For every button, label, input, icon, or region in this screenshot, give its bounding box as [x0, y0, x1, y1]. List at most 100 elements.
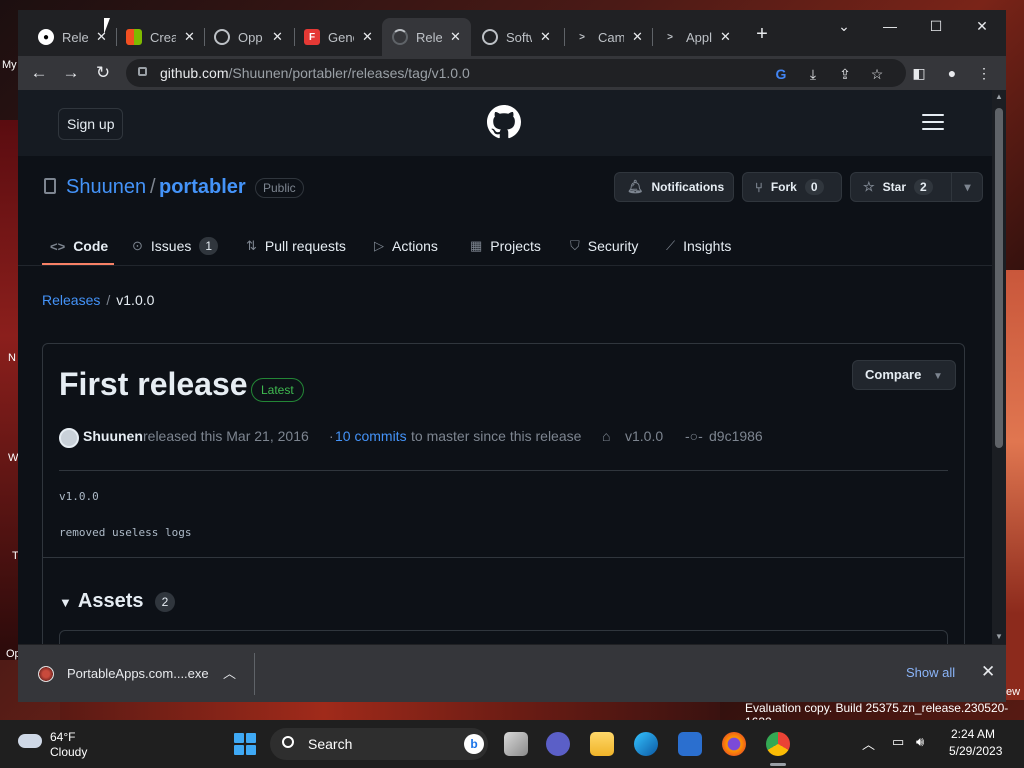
close-icon[interactable]: ✕ — [362, 29, 373, 45]
close-icon[interactable]: ✕ — [632, 29, 643, 45]
selected-tab-underline — [42, 263, 114, 265]
star-button[interactable]: ☆ Star 2 ▾ — [850, 172, 983, 202]
back-button[interactable]: ← — [28, 62, 50, 84]
close-icon[interactable]: ✕ — [540, 29, 551, 45]
clock-date[interactable]: 5/29/2023 — [949, 744, 1002, 758]
tab-software[interactable]: Softw ✕ — [482, 26, 551, 48]
repo-owner-link[interactable]: Shuunen — [66, 176, 146, 199]
tab-general[interactable]: F Gene ✕ — [304, 26, 373, 48]
install-icon[interactable]: ⤓ — [804, 65, 822, 83]
maximize-button[interactable]: ☐ — [922, 18, 950, 35]
scroll-down-icon[interactable]: ▼ — [995, 632, 1003, 641]
issue-icon: ⊙ — [132, 238, 143, 253]
repo-name-link[interactable]: portabler — [159, 176, 246, 199]
close-icon[interactable]: ✕ — [272, 29, 283, 45]
show-all-button[interactable]: Show all — [906, 665, 955, 680]
tab-issues[interactable]: ⊙ Issues 1 — [132, 226, 219, 266]
tab-opp[interactable]: Opp ✕ — [214, 26, 283, 48]
start-button[interactable] — [234, 733, 256, 755]
address-bar[interactable]: github.com/Shuunen/portabler/releases/ta… — [126, 59, 906, 87]
tab-insights[interactable]: ⟋ Insights — [666, 226, 731, 266]
file-explorer-icon[interactable] — [590, 732, 614, 756]
google-icon[interactable]: G — [772, 65, 790, 83]
teams-icon[interactable] — [546, 732, 570, 756]
taskbar-search[interactable]: Search b — [270, 728, 488, 760]
clock-time[interactable]: 2:24 AM — [951, 727, 995, 741]
tab-separator — [652, 28, 653, 46]
assets-toggle[interactable]: ▼ Assets — [59, 590, 143, 613]
close-icon[interactable]: ✕ — [720, 29, 731, 45]
side-panel-icon[interactable]: ◧ — [910, 64, 928, 82]
tab-releases[interactable]: ● Rele ✕ — [38, 26, 107, 48]
lock-icon[interactable] — [138, 67, 147, 76]
bing-icon[interactable]: b — [464, 734, 484, 754]
tab-projects[interactable]: ▦ Projects — [470, 226, 541, 266]
close-icon[interactable]: ✕ — [981, 662, 995, 682]
tab-strip: ● Rele ✕ Crea ✕ Opp ✕ F Gene ✕ Rele ✕ — [18, 10, 1006, 56]
notifications-button[interactable]: 🔔︎ Notifications — [614, 172, 734, 202]
chevron-up-icon[interactable]: ︿ — [862, 734, 875, 753]
minimize-button[interactable]: — — [876, 18, 904, 34]
store-icon[interactable] — [678, 732, 702, 756]
tab-label: Crea — [150, 29, 176, 45]
profile-icon[interactable]: ● — [943, 64, 961, 82]
forward-button[interactable]: → — [60, 62, 82, 84]
download-item[interactable]: PortableApps.com....exe — [67, 666, 209, 681]
chevron-up-icon[interactable]: ︿ — [223, 663, 236, 682]
tab-separator — [116, 28, 117, 46]
bookmark-star-icon[interactable]: ☆ — [868, 65, 886, 83]
network-icon[interactable]: ▭ — [892, 734, 904, 750]
release-author-link[interactable]: Shuunen — [83, 428, 143, 444]
volume-icon[interactable]: 🔊︎ — [916, 734, 924, 750]
star-dropdown-icon[interactable]: ▾ — [951, 173, 983, 201]
menu-kebab-icon[interactable]: ⋮ — [975, 64, 993, 82]
close-window-button[interactable]: ✕ — [968, 18, 996, 35]
tab-search-button[interactable]: ⌄ — [830, 18, 858, 35]
github-header: Sign up — [18, 90, 992, 156]
tab-security[interactable]: ⛉ Security — [570, 226, 638, 266]
globe-icon — [214, 29, 230, 45]
tab-releases-active[interactable]: Rele ✕ — [382, 18, 471, 56]
sign-up-button[interactable]: Sign up — [58, 108, 124, 140]
tab-label: Softw — [506, 29, 532, 45]
commits-link[interactable]: 10 commits — [335, 428, 407, 444]
close-icon[interactable]: ✕ — [450, 29, 461, 45]
url-text[interactable]: github.com/Shuunen/portabler/releases/ta… — [160, 65, 470, 81]
weather-condition: Cloudy — [50, 745, 88, 759]
desktop-icon-label[interactable]: My — [2, 59, 17, 71]
reload-button[interactable]: ↻ — [92, 62, 114, 84]
tab-apps[interactable]: > Appl ✕ — [662, 26, 731, 48]
share-icon[interactable]: ⇪ — [836, 65, 854, 83]
cloud-icon — [18, 734, 42, 748]
chrome-icon[interactable] — [766, 732, 790, 756]
asset-row[interactable] — [59, 630, 948, 644]
fork-button[interactable]: ⑂ Fork 0 — [742, 172, 842, 202]
tab-actions[interactable]: ▷ Actions — [374, 226, 438, 266]
tab-label: Gene — [328, 29, 354, 45]
desktop-icon-label[interactable]: N — [8, 352, 16, 364]
star-count: 2 — [914, 179, 933, 195]
scroll-up-icon[interactable]: ▲ — [995, 92, 1003, 101]
edge-icon[interactable] — [634, 732, 658, 756]
compare-button[interactable]: Compare ▼ — [852, 360, 956, 390]
new-tab-button[interactable]: + — [748, 23, 776, 46]
task-view-icon[interactable] — [504, 732, 528, 756]
tab-code[interactable]: <> Code — [50, 226, 108, 266]
tab-cam[interactable]: > Cam ✕ — [574, 26, 643, 48]
close-icon[interactable]: ✕ — [184, 29, 195, 45]
commit-link[interactable]: d9c1986 — [709, 428, 763, 444]
tab-create[interactable]: Crea ✕ — [126, 26, 195, 48]
github-logo-icon[interactable] — [487, 105, 521, 139]
hamburger-menu-icon[interactable] — [922, 114, 944, 135]
release-notes-line: removed useless logs — [59, 526, 192, 539]
weather-temperature: 64°F — [50, 730, 76, 744]
tab-label: Rele — [62, 29, 88, 45]
breadcrumb-releases-link[interactable]: Releases — [42, 292, 100, 308]
firefox-icon[interactable] — [722, 732, 746, 756]
page-scrollbar[interactable]: ▲ ▼ — [992, 90, 1006, 644]
desktop-icon-label[interactable]: W — [8, 452, 18, 464]
avatar[interactable] — [59, 428, 79, 448]
tab-pull-requests[interactable]: ⇅ Pull requests — [246, 226, 346, 266]
scrollbar-thumb[interactable] — [995, 108, 1003, 448]
tag-link[interactable]: v1.0.0 — [625, 428, 663, 444]
